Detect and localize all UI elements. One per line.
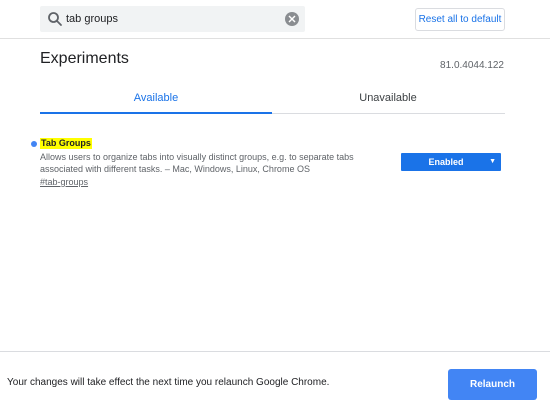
- experiment-indicator-dot: [31, 141, 37, 147]
- tab-bar: Available Unavailable: [40, 86, 505, 114]
- experiment-description: Allows users to organize tabs into visua…: [40, 152, 354, 174]
- experiment-state-select[interactable]: Enabled ▼: [401, 153, 501, 171]
- experiment-link[interactable]: #tab-groups: [40, 177, 88, 187]
- clear-search-icon[interactable]: [285, 12, 299, 26]
- experiment-name: Tab Groups: [40, 138, 92, 149]
- relaunch-footer: Your changes will take effect the next t…: [0, 351, 550, 408]
- tab-available[interactable]: Available: [40, 86, 272, 114]
- experiment-state-value: Enabled: [428, 157, 464, 167]
- relaunch-message: Your changes will take effect the next t…: [7, 377, 330, 388]
- header-bar: Reset all to default: [0, 0, 550, 39]
- dropdown-arrow-icon: ▼: [489, 158, 496, 165]
- search-input[interactable]: [66, 6, 281, 32]
- page-title: Experiments: [40, 50, 129, 67]
- version-label: 81.0.4044.122: [440, 60, 504, 71]
- tab-unavailable[interactable]: Unavailable: [272, 86, 504, 113]
- search-icon: [47, 11, 63, 27]
- search-box[interactable]: [40, 6, 305, 32]
- relaunch-button[interactable]: Relaunch: [448, 369, 537, 400]
- reset-all-button[interactable]: Reset all to default: [415, 8, 505, 31]
